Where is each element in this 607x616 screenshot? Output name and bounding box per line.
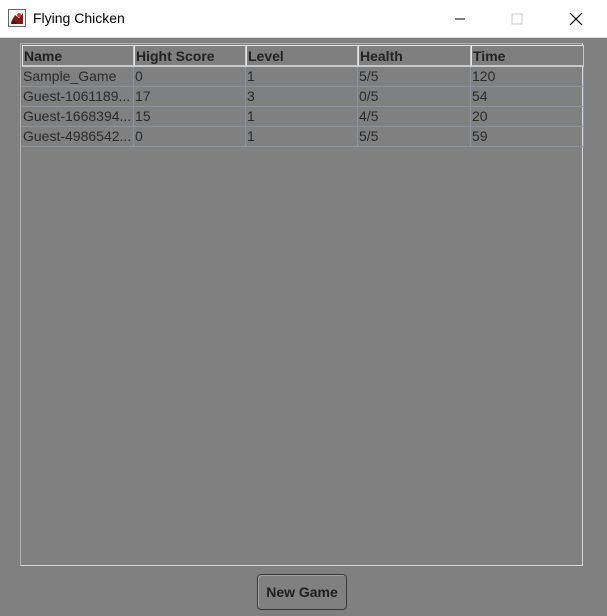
table-row[interactable]: Guest-1668394... 15 1 4/5 20 xyxy=(22,107,584,127)
column-header-name[interactable]: Name xyxy=(22,45,134,66)
title-bar[interactable]: Flying Chicken xyxy=(0,0,607,38)
cell-level: 1 xyxy=(246,127,358,146)
table-row[interactable]: Sample_Game 0 1 5/5 120 xyxy=(22,67,584,87)
cell-time: 120 xyxy=(471,67,584,86)
table-row[interactable]: Guest-4986542... 0 1 5/5 59 xyxy=(22,127,584,147)
column-header-high-score[interactable]: Hight Score xyxy=(134,45,246,66)
cell-health: 0/5 xyxy=(358,87,471,106)
column-header-health[interactable]: Health xyxy=(358,45,471,66)
cell-name: Guest-4986542... xyxy=(22,127,134,146)
table-body: Sample_Game 0 1 5/5 120 Guest-1061189...… xyxy=(22,67,584,147)
cell-level: 1 xyxy=(246,67,358,86)
cell-time: 54 xyxy=(471,87,584,106)
cell-health: 5/5 xyxy=(358,67,471,86)
window-title: Flying Chicken xyxy=(33,10,125,26)
close-icon xyxy=(569,12,583,25)
cell-time: 59 xyxy=(471,127,584,146)
minimize-button[interactable] xyxy=(437,0,483,37)
cell-name: Sample_Game xyxy=(22,67,134,86)
cell-name: Guest-1061189... xyxy=(22,87,134,106)
cell-high-score: 0 xyxy=(134,67,246,86)
cell-health: 5/5 xyxy=(358,127,471,146)
table-header: Name Hight Score Level Health Time xyxy=(22,45,584,67)
new-game-button[interactable]: New Game xyxy=(257,574,347,610)
cell-high-score: 15 xyxy=(134,107,246,126)
chicken-app-icon xyxy=(8,9,26,27)
column-header-level[interactable]: Level xyxy=(246,45,358,66)
table-row[interactable]: Guest-1061189... 17 3 0/5 54 xyxy=(22,87,584,107)
cell-high-score: 17 xyxy=(134,87,246,106)
cell-level: 1 xyxy=(246,107,358,126)
minimize-icon xyxy=(455,18,465,19)
cell-name: Guest-1668394... xyxy=(22,107,134,126)
maximize-button[interactable] xyxy=(494,0,540,37)
column-header-time[interactable]: Time xyxy=(471,45,584,66)
cell-level: 3 xyxy=(246,87,358,106)
cell-high-score: 0 xyxy=(134,127,246,146)
close-button[interactable] xyxy=(553,0,599,37)
maximize-icon xyxy=(511,13,523,24)
cell-time: 20 xyxy=(471,107,584,126)
cell-health: 4/5 xyxy=(358,107,471,126)
